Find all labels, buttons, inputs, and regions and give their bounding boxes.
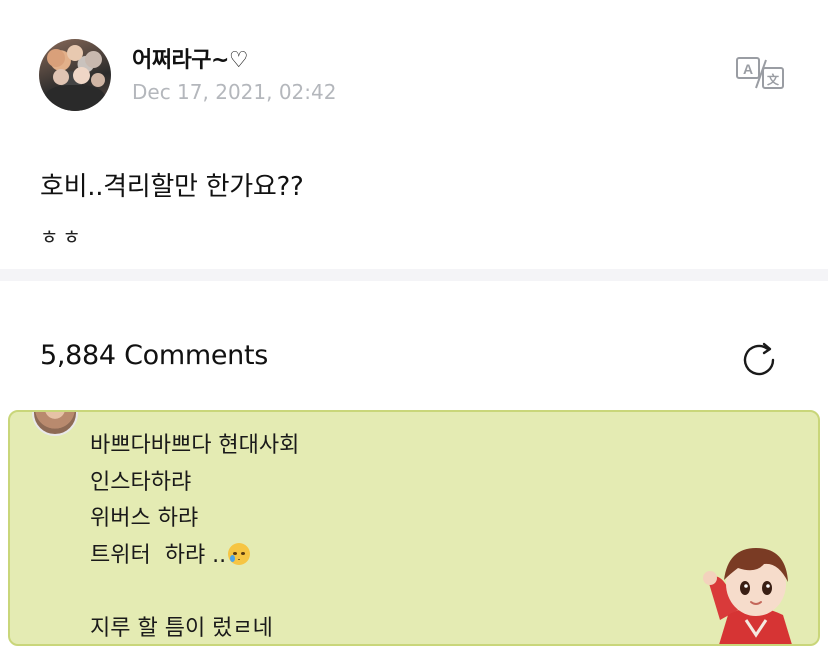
comment-line <box>90 574 299 611</box>
refresh-button[interactable] <box>740 340 780 380</box>
crying-face-emoji <box>228 542 251 565</box>
comment-card[interactable]: 바쁘다바쁘다 현대사회 인스타하랴 위버스 하랴 트위터 하랴 .. 지루 할 … <box>8 410 820 646</box>
post-title: 호비..격리할만 한가요?? <box>40 172 304 202</box>
comment-line: 바쁘다바쁘다 현대사회 <box>90 433 300 458</box>
comment-line-with-emoji: 트위터 하랴 .. <box>90 538 299 575</box>
comment-line: 지루 할 틈이 렀ㄹ네 <box>90 615 273 641</box>
svg-text:文: 文 <box>767 72 780 87</box>
translate-icon: A 文 <box>736 57 784 89</box>
comments-count: 5,884 Comments <box>40 340 269 371</box>
author-avatar[interactable] <box>39 39 111 111</box>
refresh-icon <box>743 342 775 376</box>
commenter-avatar[interactable] <box>32 412 78 436</box>
post-date: Dec 17, 2021, 02:42 <box>132 80 337 104</box>
comment-text: 바쁘다바쁘다 현대사회 인스타하랴 위버스 하랴 트위터 하랴 .. 지루 할 … <box>90 428 300 644</box>
comment-line: 트위터 하랴 .. <box>90 542 227 568</box>
comment-line: 위버스 하랴 <box>90 506 199 531</box>
character-sticker <box>703 548 792 644</box>
translate-button[interactable]: A 文 <box>736 56 784 90</box>
post-body: 호비..격리할만 한가요?? ㅎㅎ <box>40 166 304 250</box>
post-author[interactable]: 어쩌라구~♡ <box>132 42 249 74</box>
post-header: 어쩌라구~♡ Dec 17, 2021, 02:42 A 文 <box>0 0 828 130</box>
svg-text:A: A <box>743 61 753 77</box>
section-divider <box>0 269 828 281</box>
post-subtitle: ㅎㅎ <box>40 225 85 249</box>
comment-line: 인스타하랴 <box>90 469 192 495</box>
